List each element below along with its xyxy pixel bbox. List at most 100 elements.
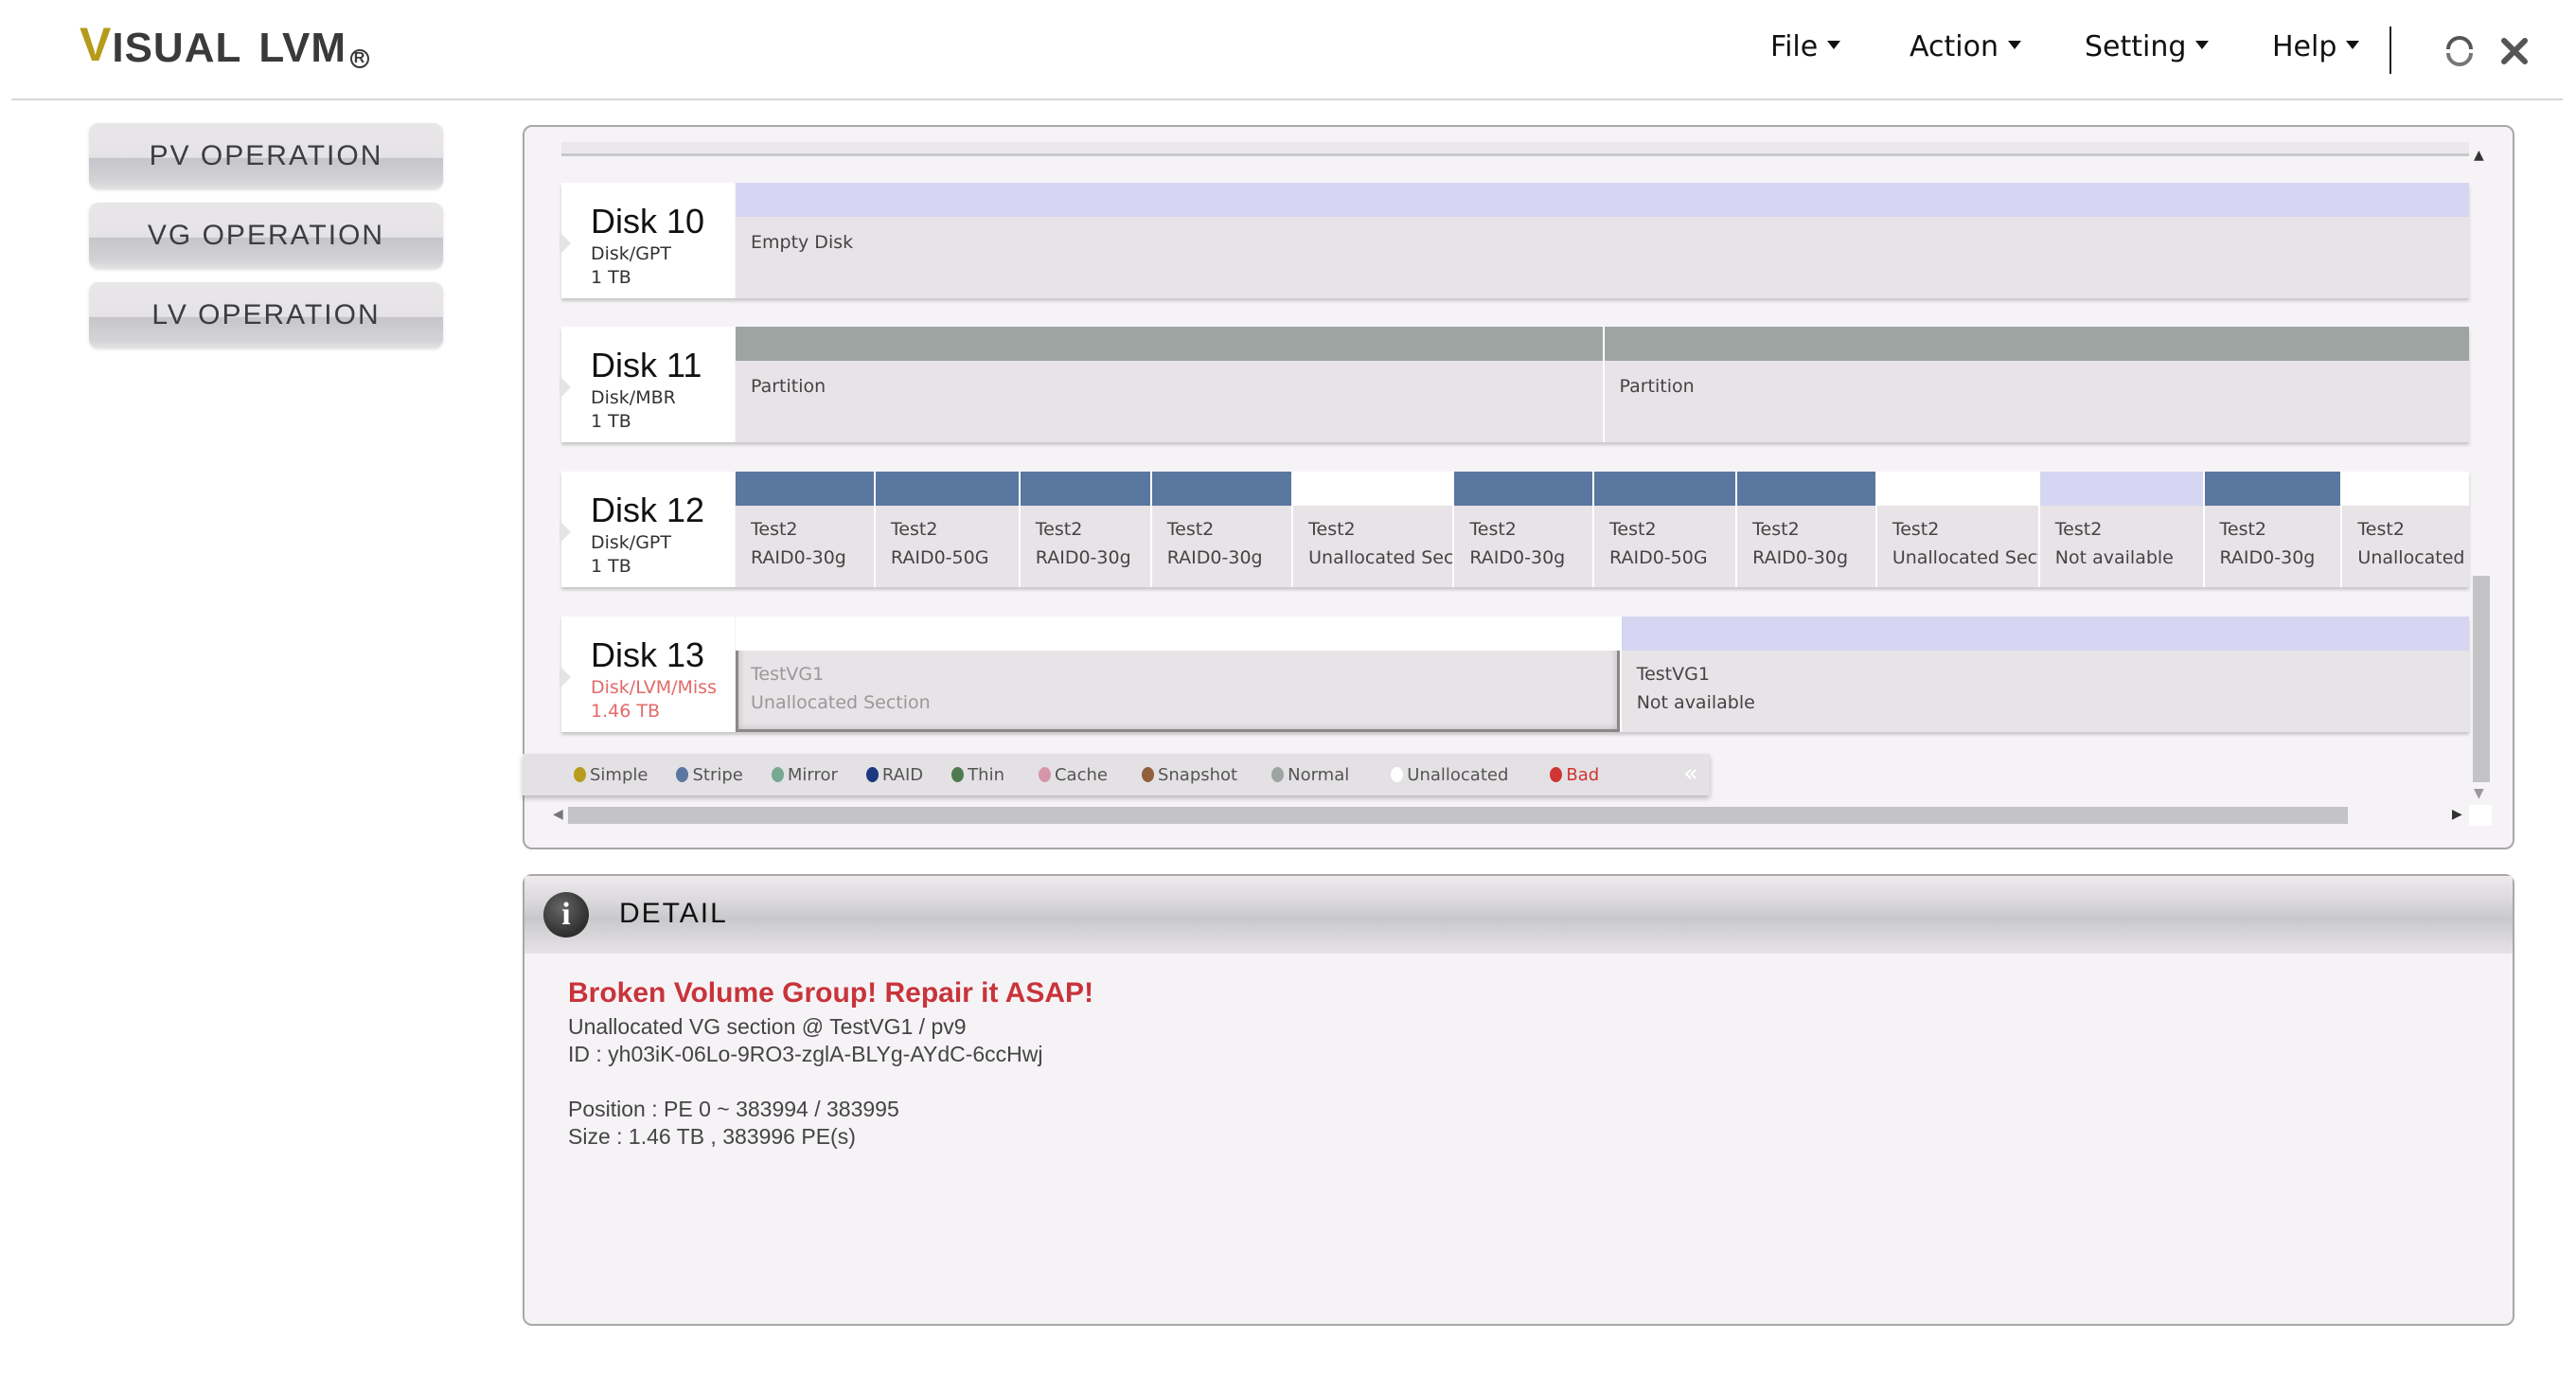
disk-segment[interactable]: Test2 RAID0-50G (1592, 472, 1736, 587)
disk-segment[interactable]: Test2 RAID0-30g (1735, 472, 1875, 587)
disk-segment[interactable]: Test2 Unallocated Section (1874, 472, 2038, 587)
segment-lv-name: RAID0-30g (1469, 547, 1566, 568)
segment-type-bar (2039, 472, 2203, 506)
disk-row[interactable]: Disk 11 Disk/MBR 1 TB Partition Partition (560, 327, 2469, 442)
expand-arrow-icon[interactable] (560, 232, 571, 255)
segment-vg-name: TestVG1 (1636, 664, 1710, 685)
expand-arrow-icon[interactable] (560, 666, 571, 688)
segment-label: Empty Disk (751, 232, 854, 253)
legend-dot-icon (1391, 767, 1404, 782)
disk-size: 1 TB (591, 556, 631, 577)
refresh-icon[interactable] (2441, 32, 2478, 70)
segment-type-bar (736, 472, 874, 506)
segment-type-bar (2342, 472, 2469, 506)
segment-lv-name: Unallocated Section (751, 692, 931, 713)
disk-segment[interactable]: Test2 Unallocated Section (1291, 472, 1453, 587)
menu-action[interactable]: Action (1910, 30, 2021, 63)
scroll-right-arrow-icon[interactable]: ▶ (2452, 807, 2462, 822)
segment-lv-name: RAID0-30g (1035, 547, 1131, 568)
segment-type-bar (1020, 472, 1150, 506)
legend-item-unallocated: Unallocated (1391, 765, 1508, 785)
segment-vg-name: Test2 (751, 519, 798, 540)
disk-name: Disk 11 (591, 346, 702, 384)
disk-segment[interactable]: Partition (736, 327, 1603, 442)
segment-vg-name: Test2 (2357, 519, 2405, 540)
segment-type-bar (2204, 472, 2341, 506)
disk-label[interactable]: Disk 12 Disk/GPT 1 TB (560, 472, 735, 587)
close-icon[interactable] (2496, 32, 2533, 70)
legend-item-bad: Bad (1550, 765, 1599, 785)
disk-label[interactable]: Disk 10 Disk/GPT 1 TB (560, 183, 735, 298)
disk-segment[interactable]: Test2 RAID0-30g (1149, 472, 1292, 587)
disk-row[interactable]: Disk 10 Disk/GPT 1 TB Empty Disk (560, 183, 2469, 298)
legend-label: Stripe (692, 764, 743, 785)
segment-type-bar (736, 616, 1620, 651)
legend-dot-icon (1271, 767, 1285, 782)
segment-vg-name: Test2 (2219, 519, 2267, 540)
segment-type-bar (1454, 472, 1593, 506)
disk-segment[interactable]: Test2 RAID0-30g (1018, 472, 1150, 587)
disk-segment[interactable]: Partition (1602, 327, 2469, 442)
disk-size: 1.46 TB (591, 701, 660, 722)
disk-segment[interactable]: TestVG1 Not available (1619, 616, 2469, 732)
disk-row[interactable]: Disk 12 Disk/GPT 1 TB Test2 RAID0-30g Test2 RA… (560, 472, 2469, 587)
segment-label: Partition (751, 376, 826, 397)
disk-segment[interactable]: Test2 RAID0-30g (1452, 472, 1593, 587)
disk-label[interactable]: Disk 13 Disk/LVM/Miss 1.46 TB (560, 616, 735, 732)
disk-row[interactable]: Disk 13 Disk/LVM/Miss 1.46 TB TestVG1 Unallo… (560, 616, 2469, 732)
horizontal-scrollbar-thumb[interactable] (568, 807, 2348, 824)
disk-segment[interactable]: Test2 RAID0-30g (2202, 472, 2341, 587)
disk-segment[interactable]: Test2 RAID0-50G (873, 472, 1019, 587)
logo-visual: ISUAL (112, 25, 242, 71)
legend-label: Snapshot (1157, 764, 1238, 785)
info-icon: i (543, 892, 589, 938)
legend-label: Cache (1054, 764, 1108, 785)
menu-help[interactable]: Help (2272, 30, 2360, 63)
vg-operation-button[interactable]: VG OPERATION (89, 203, 443, 269)
segment-vg-name: Test2 (890, 519, 938, 540)
disk-segment[interactable]: Test2 RAID0-30g (736, 472, 874, 587)
legend-label: Simple (590, 764, 648, 785)
menu-file[interactable]: File (1770, 30, 1841, 63)
segment-lv-name: RAID0-30g (2219, 547, 2316, 568)
legend-collapse-icon[interactable]: « (1683, 759, 1698, 788)
disk-segments: Partition Partition (736, 327, 2469, 442)
legend-item-cache: Cache (1038, 764, 1108, 785)
disk-name: Disk 12 (591, 491, 705, 529)
legend-item-mirror: Mirror (771, 765, 838, 785)
scrollbar-corner (2469, 805, 2492, 826)
legend-dot-icon (865, 767, 879, 782)
scroll-down-arrow-icon[interactable]: ▼ (2474, 786, 2484, 801)
segment-lv-name: Unallocated Section (1308, 547, 1453, 568)
segment-lv-name: RAID0-50G (1609, 547, 1708, 568)
legend-dot-icon (1141, 767, 1154, 782)
legend-dot-icon (676, 767, 689, 782)
pv-operation-button[interactable]: PV OPERATION (89, 123, 443, 189)
expand-arrow-icon[interactable] (560, 376, 571, 399)
scroll-up-arrow-icon[interactable]: ▲ (2474, 148, 2484, 163)
disk-segment[interactable]: Empty Disk (736, 183, 2469, 298)
disk-type: Disk/MBR (591, 387, 676, 408)
disk-segment[interactable]: Test2 Unallocated Section (2340, 472, 2469, 587)
caret-down-icon (2346, 41, 2360, 49)
segment-lv-name: Unallocated Section (1892, 547, 2038, 568)
disk-segment[interactable]: TestVG1 Unallocated Section (736, 616, 1620, 732)
legend-dot-icon (771, 767, 784, 782)
disk-size: 1 TB (591, 411, 631, 432)
segment-lv-name: RAID0-30g (1166, 547, 1263, 568)
segment-type-bar (1151, 472, 1292, 506)
legend-label: RAID (881, 764, 924, 785)
vertical-scrollbar-thumb[interactable] (2473, 576, 2490, 782)
menu-setting[interactable]: Setting (2085, 30, 2210, 63)
segment-type-bar (1594, 472, 1736, 506)
disk-segment[interactable]: Test2 Not available (2037, 472, 2203, 587)
disk-label[interactable]: Disk 11 Disk/MBR 1 TB (560, 327, 735, 442)
expand-arrow-icon[interactable] (560, 521, 571, 544)
legend-item-snapshot: Snapshot (1141, 764, 1238, 785)
legend-label: Normal (1288, 764, 1350, 785)
scroll-left-arrow-icon[interactable]: ◀ (553, 807, 563, 822)
detail-line-section: Unallocated VG section @ TestVG1 / pv9 (568, 1014, 967, 1039)
lv-operation-button[interactable]: LV OPERATION (89, 282, 443, 348)
disk-type: Disk/LVM/Miss (591, 677, 717, 698)
detail-line-position: Position : PE 0 ~ 383994 / 383995 (568, 1097, 899, 1121)
